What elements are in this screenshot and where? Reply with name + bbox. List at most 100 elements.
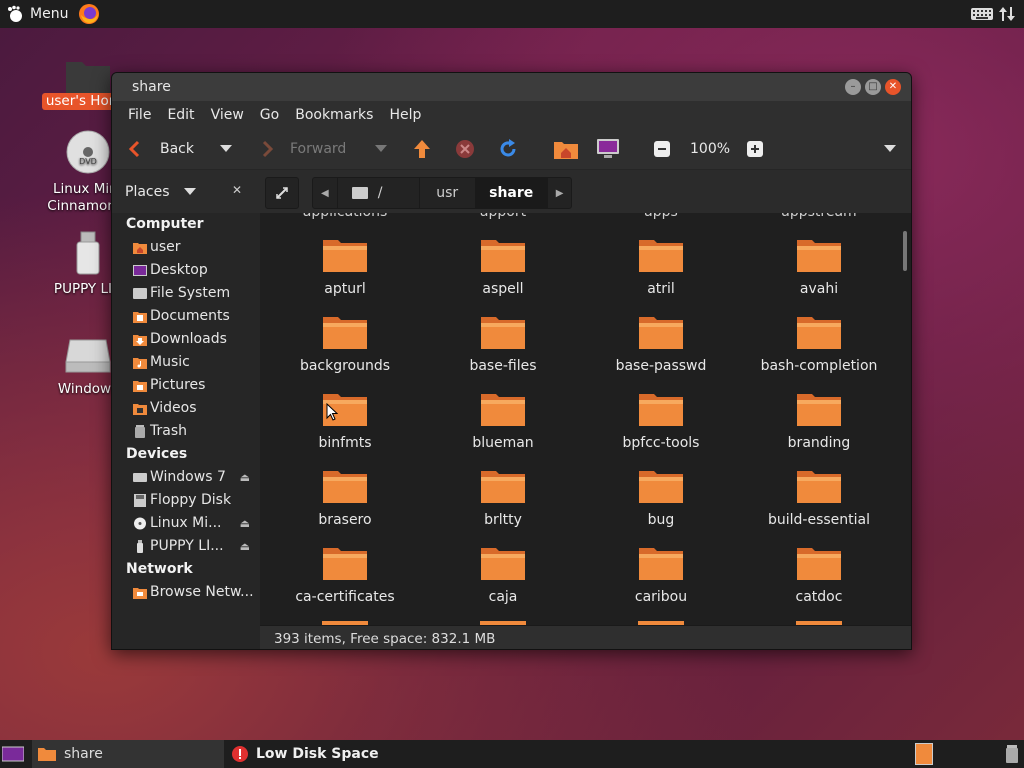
back-history-dropdown[interactable] — [220, 129, 232, 169]
sidebar-item-floppy[interactable]: Floppy Disk — [112, 489, 260, 512]
file-item[interactable]: bash-completion — [744, 314, 894, 374]
sidebar-item-documents[interactable]: Documents — [112, 305, 260, 328]
zoom-out-button[interactable] — [654, 129, 670, 169]
workspace-icon — [2, 746, 24, 762]
sidebar-item-label: PUPPY LI... — [150, 538, 224, 554]
minimize-button[interactable]: – — [845, 79, 861, 95]
maximize-button[interactable]: □ — [865, 79, 881, 95]
home-button[interactable] — [553, 129, 579, 169]
file-item[interactable]: brasero — [270, 468, 420, 528]
firefox-icon[interactable] — [78, 3, 100, 25]
forward-button[interactable]: Forward — [260, 129, 346, 169]
forward-history-dropdown[interactable] — [375, 129, 387, 169]
sidebar-item-puppy-usb[interactable]: PUPPY LI... ⏏ — [112, 535, 260, 558]
file-item[interactable]: base-files — [428, 314, 578, 374]
downloads-folder-icon — [133, 335, 147, 346]
file-item[interactable]: caja — [428, 545, 578, 605]
sidebar-item-videos[interactable]: Videos — [112, 397, 260, 420]
window-titlebar[interactable]: share – □ ✕ — [112, 73, 911, 101]
close-button[interactable]: ✕ — [885, 79, 901, 95]
file-item-label-partial[interactable]: apport — [428, 213, 578, 220]
file-item[interactable]: blueman — [428, 391, 578, 451]
breadcrumb-usr[interactable]: usr — [420, 178, 476, 208]
task-low-disk-space[interactable]: Low Disk Space — [226, 740, 434, 768]
menu-button[interactable]: Menu — [0, 0, 74, 28]
places-label: Places — [125, 184, 170, 200]
chevron-down-icon — [375, 145, 387, 152]
file-item[interactable]: ca-certificates — [270, 545, 420, 605]
file-item[interactable]: caribou — [586, 545, 736, 605]
file-item[interactable]: aspell — [428, 237, 578, 297]
file-item[interactable]: atril — [586, 237, 736, 297]
back-button[interactable]: Back — [128, 129, 194, 169]
toolbar: Back Forward 100% — [112, 129, 911, 169]
forward-arrow-icon — [262, 140, 274, 158]
breadcrumb-share[interactable]: share — [475, 178, 548, 208]
sidebar-item-desktop[interactable]: Desktop — [112, 259, 260, 282]
task-share-window[interactable]: share — [32, 740, 224, 768]
folder-icon — [797, 548, 841, 580]
sidebar-item-windows7[interactable]: Windows 7 ⏏ — [112, 466, 260, 489]
task-low-disk-label: Low Disk Space — [256, 746, 379, 762]
menu-help[interactable]: Help — [381, 107, 429, 123]
workspace-active[interactable] — [915, 743, 933, 765]
hard-drive-icon — [65, 339, 111, 373]
eject-icon[interactable]: ⏏ — [240, 535, 250, 558]
file-item-label-partial[interactable]: apps — [586, 213, 736, 220]
file-item[interactable]: bpfcc-tools — [586, 391, 736, 451]
file-item[interactable]: apturl — [270, 237, 420, 297]
file-item-label-partial[interactable]: applications — [270, 213, 420, 220]
sidebar-item-browse-network[interactable]: Browse Netw... — [112, 581, 260, 604]
sidebar-item-file-system[interactable]: File System — [112, 282, 260, 305]
folder-icon — [797, 394, 841, 426]
breadcrumb-left-arrow[interactable]: ◀ — [313, 178, 338, 208]
up-button[interactable] — [412, 129, 432, 169]
trash-applet[interactable] — [1000, 740, 1024, 768]
show-desktop-button[interactable] — [0, 740, 26, 768]
folder-icon — [797, 317, 841, 349]
sidebar-item-user[interactable]: user — [112, 236, 260, 259]
task-share-label: share — [64, 746, 103, 762]
file-item[interactable]: catdoc — [744, 545, 894, 605]
file-item-label: base-passwd — [615, 358, 707, 374]
menu-bookmarks[interactable]: Bookmarks — [287, 107, 381, 123]
chevron-down-icon — [884, 145, 896, 152]
eject-icon[interactable]: ⏏ — [240, 466, 250, 489]
file-item[interactable]: bug — [586, 468, 736, 528]
sidebar-item-music[interactable]: Music — [112, 351, 260, 374]
file-item[interactable]: build-essential — [744, 468, 894, 528]
menu-edit[interactable]: Edit — [159, 107, 202, 123]
status-bar: 393 items, Free space: 832.1 MB — [260, 625, 911, 649]
sidebar-item-linux-mint-dvd[interactable]: Linux Mi... ⏏ — [112, 512, 260, 535]
breadcrumb-share-label: share — [489, 185, 534, 201]
file-item[interactable]: branding — [744, 391, 894, 451]
file-item[interactable]: binfmts — [270, 391, 420, 451]
breadcrumb-right-arrow[interactable]: ▶ — [548, 178, 572, 208]
sidebar-item-downloads[interactable]: Downloads — [112, 328, 260, 351]
file-item[interactable]: avahi — [744, 237, 894, 297]
scrollbar-thumb[interactable] — [903, 231, 907, 271]
reload-button[interactable] — [498, 129, 518, 169]
zoom-in-button[interactable] — [747, 129, 763, 169]
sidebar-item-trash[interactable]: Trash — [112, 420, 260, 443]
file-item[interactable]: backgrounds — [270, 314, 420, 374]
floppy-icon — [134, 494, 146, 507]
stop-button[interactable] — [455, 129, 475, 169]
workspace-switcher[interactable] — [912, 740, 936, 768]
folder-icon — [481, 471, 525, 503]
menu-go[interactable]: Go — [252, 107, 287, 123]
file-item-label-partial[interactable]: appstream — [744, 213, 894, 220]
menu-view[interactable]: View — [203, 107, 252, 123]
toolbar-overflow-dropdown[interactable] — [884, 129, 896, 169]
close-sidebar-icon[interactable]: ✕ — [232, 183, 242, 197]
breadcrumb-root[interactable]: / — [338, 178, 420, 208]
toggle-location-entry-button[interactable] — [265, 177, 299, 209]
network-transfer-icon[interactable] — [998, 5, 1016, 23]
menu-file[interactable]: File — [120, 107, 159, 123]
file-item[interactable]: brltty — [428, 468, 578, 528]
file-item[interactable]: base-passwd — [586, 314, 736, 374]
computer-button[interactable] — [596, 129, 620, 169]
keyboard-icon[interactable] — [970, 6, 994, 22]
sidebar-item-pictures[interactable]: Pictures — [112, 374, 260, 397]
eject-icon[interactable]: ⏏ — [240, 512, 250, 535]
